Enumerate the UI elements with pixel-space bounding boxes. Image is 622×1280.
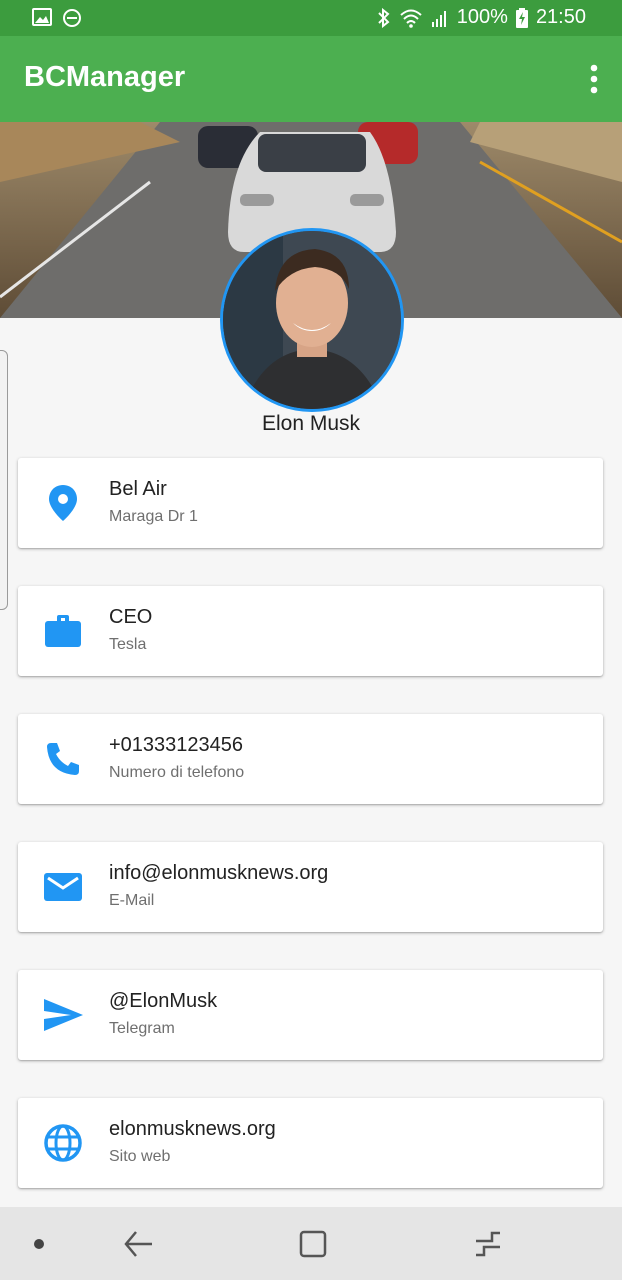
recents-icon[interactable]: [472, 1229, 504, 1259]
briefcase-icon: [45, 615, 81, 647]
profile-name: Elon Musk: [261, 412, 361, 435]
phone-primary: +01333123456: [109, 734, 244, 756]
phone-secondary: Numero di telefono: [109, 764, 245, 781]
app-bar: BCManager: [0, 36, 622, 122]
signal-icon: [431, 10, 446, 27]
website-card[interactable]: elonmusknews.org Sito web: [18, 1098, 603, 1188]
back-icon[interactable]: [122, 1229, 154, 1259]
email-secondary: E-Mail: [109, 892, 155, 909]
website-secondary: Sito web: [109, 1148, 171, 1165]
telegram-secondary: Telegram: [109, 1020, 175, 1037]
clock: 21:50: [535, 6, 586, 28]
battery-charging-icon: [515, 7, 528, 28]
phone-icon: [47, 743, 79, 775]
email-primary: info@elonmusknews.org: [109, 862, 329, 884]
bluetooth-icon: [378, 7, 390, 28]
telegram-card[interactable]: @ElonMusk Telegram: [18, 970, 603, 1060]
do-not-disturb-icon: [63, 9, 81, 27]
email-icon: [44, 873, 82, 901]
wifi-icon: [400, 9, 422, 28]
image-icon: [32, 8, 52, 26]
globe-icon: [44, 1124, 82, 1162]
dot-icon[interactable]: [34, 1239, 44, 1249]
battery-percentage: 100%: [456, 6, 508, 28]
location-card[interactable]: Bel Air Maraga Dr 1: [18, 458, 603, 548]
more-vert-icon[interactable]: [588, 64, 600, 94]
email-card[interactable]: info@elonmusknews.org E-Mail: [18, 842, 603, 932]
telegram-primary: @ElonMusk: [109, 990, 218, 1012]
send-icon: [44, 999, 83, 1031]
location-pin-icon: [49, 485, 77, 521]
location-secondary: Maraga Dr 1: [109, 508, 198, 525]
app-title: BCManager: [24, 61, 186, 93]
status-bar: 100% 21:50: [0, 0, 622, 36]
navigation-bar: [0, 1207, 622, 1280]
location-primary: Bel Air: [109, 478, 167, 500]
website-primary: elonmusknews.org: [109, 1118, 276, 1140]
job-primary: CEO: [109, 606, 153, 628]
phone-card[interactable]: +01333123456 Numero di telefono: [18, 714, 603, 804]
job-secondary: Tesla: [109, 636, 147, 653]
edge-panel-handle[interactable]: [0, 350, 8, 610]
home-icon[interactable]: [298, 1229, 328, 1259]
job-card[interactable]: CEO Tesla: [18, 586, 603, 676]
avatar: [220, 228, 404, 412]
